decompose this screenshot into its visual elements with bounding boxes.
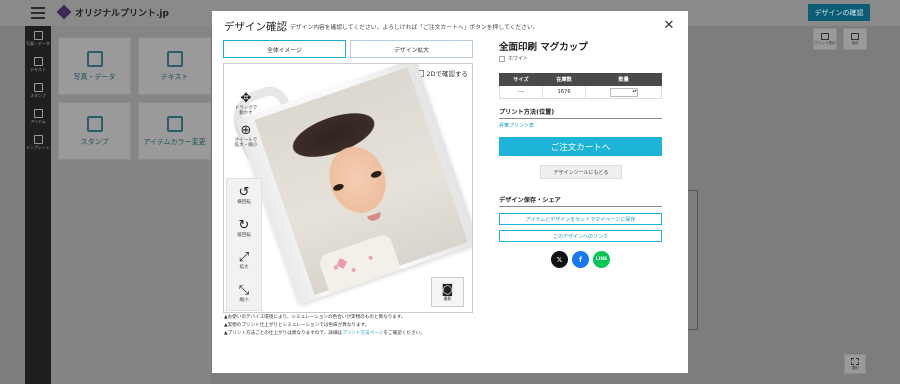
zoom-in-icon: ⤢ [238,250,250,266]
rotate-vertical-icon: ↻ [238,217,250,233]
tool-card-stamp[interactable]: スタンプ [58,102,131,160]
modal-title: デザイン確認 [224,21,287,33]
design-link-button[interactable]: このデザインへのリンク [499,230,662,242]
drag-hint: ✥ ドラッグで 動かす [234,91,258,117]
color-option: ホワイト [499,55,528,62]
mouse-wheel-icon: ⊕ [240,123,252,138]
tab-overall[interactable]: 全体イメージ [223,40,346,58]
save-share-heading: デザイン保存・シェア [499,195,662,207]
shirt-icon [33,109,43,118]
color-swatch [499,55,505,62]
download-icon [851,32,859,40]
qty-cell [585,85,662,99]
image-icon [33,31,43,40]
photo-detail [366,212,383,223]
stock-table: サイズ 在庫数 数量 --- 1676 [499,73,662,99]
product-title: 全面印刷 マグカップ [499,42,588,53]
hint-controls: ✥ ドラッグで 動かす ⊕ ホイールで 拡大・縮小 [228,91,264,149]
table-row: --- 1676 [499,85,662,99]
template-icon [33,135,43,144]
note-item: ▲プリント方法ごとの仕上がりは異なりますので、詳細はプリント方法ページをご確認く… [224,331,425,337]
note-item: ▲お使いのデバイス環境により、シミュレーションの色合いが実物のものと異なります。 [224,315,406,320]
logo-mark-icon [56,4,72,20]
note-item: ▲実物のプリント仕上がりとシミュレーションでは色味が異なります。 [224,323,370,329]
pen-icon [166,50,183,67]
x-share-icon[interactable]: 𝕏 [551,251,568,268]
photo-detail [332,182,345,193]
rotate-vertical-button[interactable]: ↻ 縦回転 [226,217,262,238]
tool-panel: 写真・データ テキスト スタンプ アイテムカラー変更 [51,26,211,384]
select-tool-button[interactable]: 選択 [844,354,866,374]
print-section-heading: プリント方法(位置) [499,107,662,119]
add-to-cart-button[interactable]: ご注文カートへ [499,137,662,156]
quantity-stepper[interactable] [609,87,638,97]
modal-subtitle: デザイン内容を確認してください。よろしければ「ご注文カートへ」ボタンを押してくだ… [290,25,539,31]
tool-card-item-color[interactable]: アイテムカラー変更 [138,102,211,160]
rail-item-stamp[interactable]: スタンプ [25,78,51,104]
rail-item-item[interactable]: アイテム [25,104,51,130]
mug-preview[interactable]: 2Dで確認する ✥ ドラッグで 動かす ⊕ ホイールで 拡大・縮小 ↺ 横回転 ↻ 縦 [223,63,473,313]
facebook-share-icon[interactable]: f [572,251,589,268]
wheel-hint: ⊕ ホイールで 拡大・縮小 [234,123,258,149]
printed-photo [254,67,468,295]
stamp-icon [86,115,103,132]
view-tabs: 全体イメージ デザイン拡大 [223,40,473,58]
design-confirm-modal: デザイン確認 デザイン内容を確認してください。よろしければ「ご注文カートへ」ボタ… [212,11,688,373]
save-button[interactable]: 保存 [843,28,867,50]
grid-toggle-button[interactable]: グリッド表示 [813,28,837,50]
share-row: 𝕏 f LINE [551,251,610,268]
check-2d[interactable]: 2Dで確認する [417,68,468,78]
image-icon [86,50,103,67]
line-share-icon[interactable]: LINE [593,251,610,268]
logo-text: オリジナルプリント.jp [75,8,169,19]
print-method-link[interactable]: プリント方法ページ [342,331,383,336]
rotate-horizontal-icon: ↺ [238,184,250,200]
logo[interactable]: オリジナルプリント.jp [56,4,169,20]
column-header-stock: 在庫数 [541,73,587,86]
canvas-frame [688,190,698,330]
left-rail: 写真・データ テキスト スタンプ アイテム テンプレート [25,26,51,384]
tab-zoom[interactable]: デザイン拡大 [350,40,473,58]
right-tools: グリッド表示 保存 [813,28,867,50]
tool-card-photo[interactable]: 写真・データ [58,37,131,95]
size-cell: --- [499,85,543,99]
rotate-horizontal-button[interactable]: ↺ 横回転 [226,184,262,205]
close-icon[interactable]: ✕ [663,19,675,32]
notes: ▲お使いのデバイス環境により、シミュレーションの色合いが実物のものと異なります。… [224,314,425,339]
rail-item-template[interactable]: テンプレート [25,130,51,156]
column-header-size: サイズ [499,73,543,86]
rail-item-photo[interactable]: 写真・データ [25,26,51,52]
drag-move-icon: ✥ [240,91,252,106]
camera-icon: ◙ [441,282,454,296]
design-confirm-button[interactable]: デザインの確認 [808,4,870,21]
save-to-mypage-button[interactable]: アイテムとデザインをセットでマイページに保存 [499,213,662,225]
camera-button[interactable]: ◙ 撮影 [431,277,464,307]
hamburger-menu-icon[interactable] [31,7,45,19]
rotate-zoom-controls: ↺ 横回転 ↻ 縦回転 ⤢ 拡大 ⤡ 縮小 [226,178,262,311]
photo-detail [351,267,357,273]
stock-cell: 1676 [541,85,587,99]
photo-detail [368,255,374,261]
rail-item-text[interactable]: テキスト [25,52,51,78]
print-method-link[interactable]: 昇華プリント表 [499,122,534,129]
photo-detail [317,232,402,295]
stamp-icon [33,83,43,92]
column-header-qty: 数量 [585,73,662,86]
pen-icon [33,57,43,66]
select-icon [851,357,859,365]
photo-detail [370,169,383,179]
back-to-tool-button[interactable]: デザインツールにもどる [540,165,622,179]
tool-card-text[interactable]: テキスト [138,37,211,95]
grid-icon [821,32,829,40]
zoom-out-icon: ⤡ [238,283,250,299]
zoom-out-button[interactable]: ⤡ 縮小 [226,283,262,304]
zoom-in-button[interactable]: ⤢ 拡大 [226,250,262,271]
shirt-icon [166,115,183,132]
